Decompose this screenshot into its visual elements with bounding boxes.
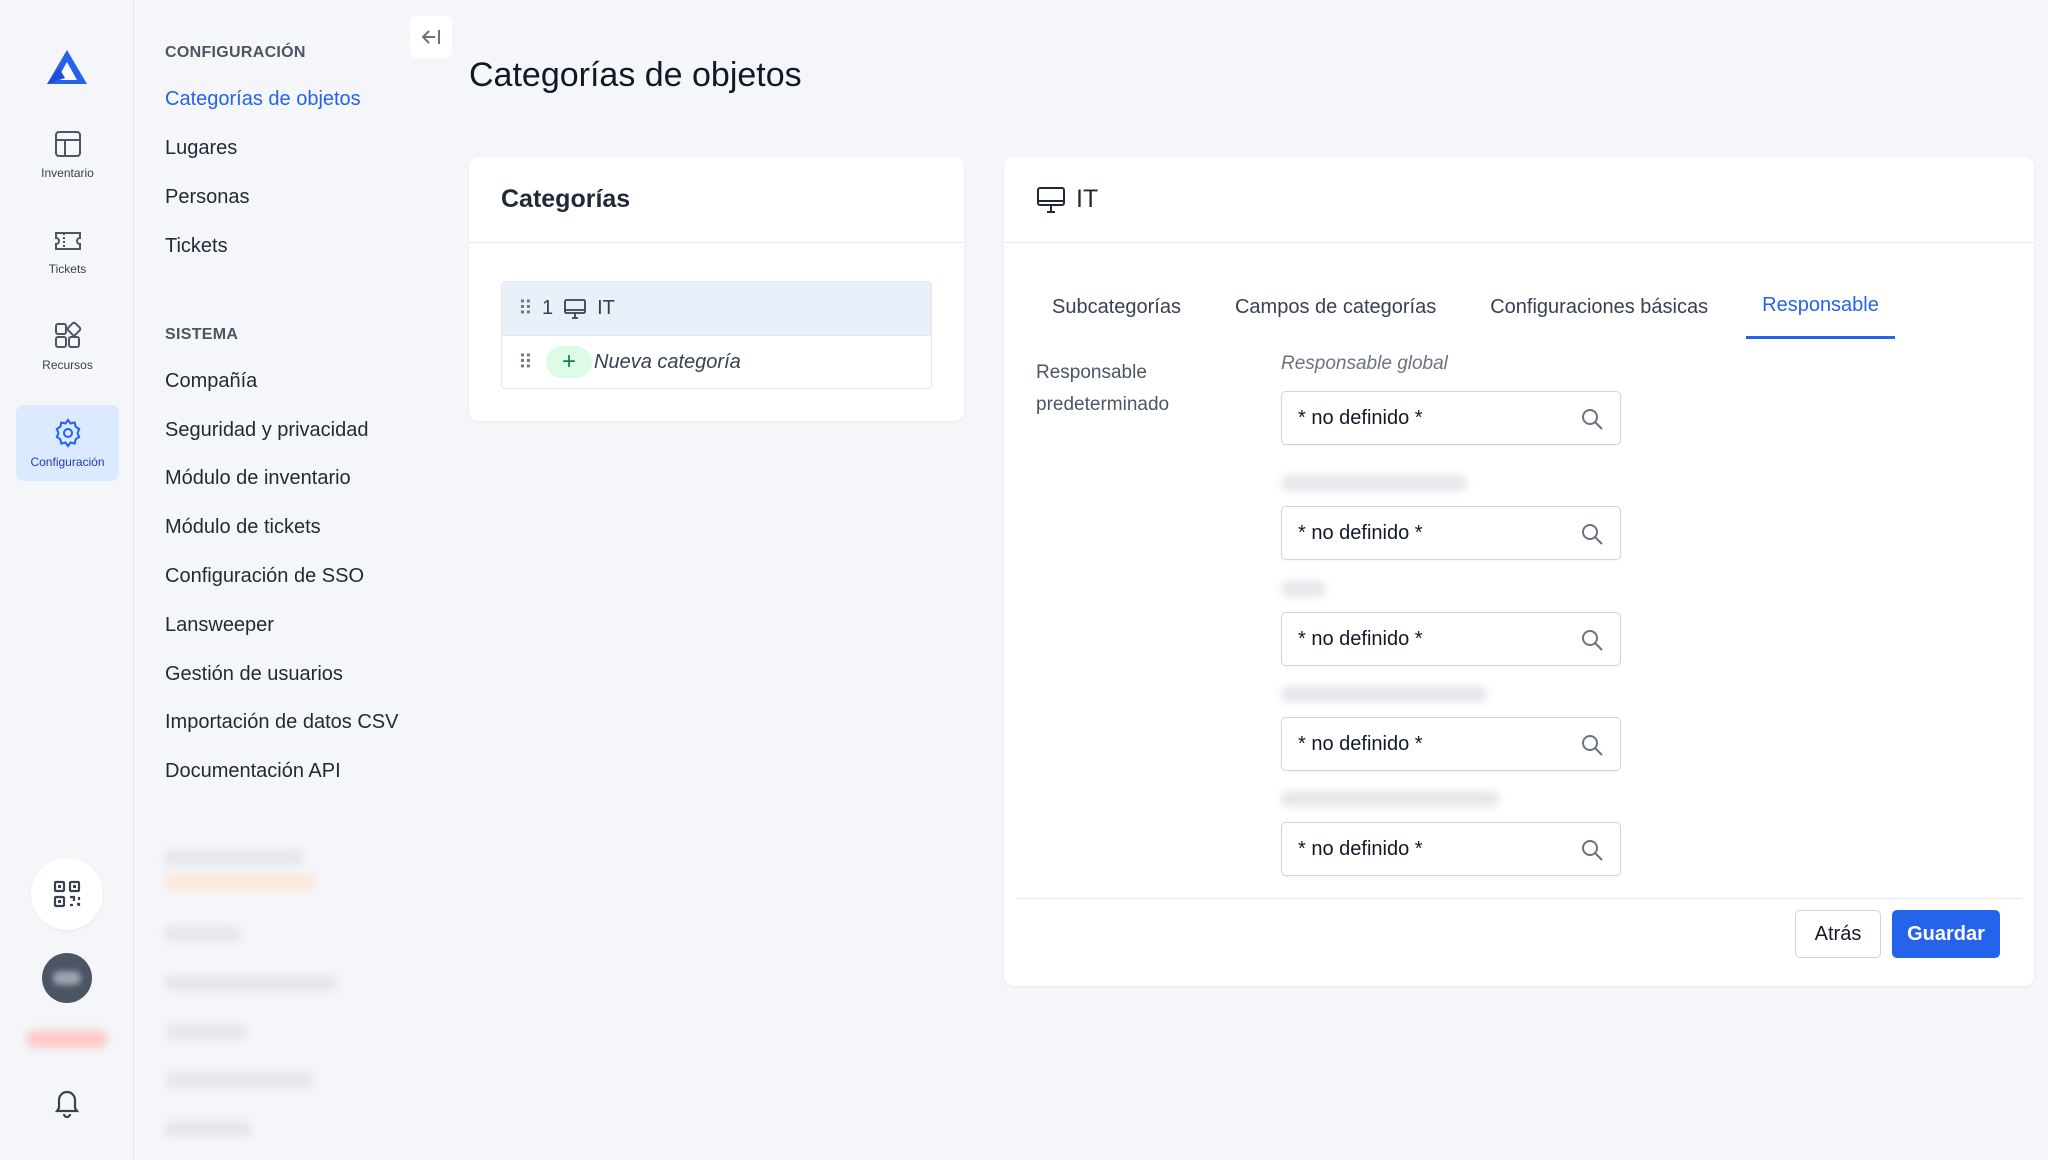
redacted-nav-item bbox=[165, 1024, 247, 1040]
category-number: 1 bbox=[542, 297, 554, 319]
rail-item-label: Configuración bbox=[30, 455, 105, 469]
nav-item-tickets[interactable]: Tickets bbox=[165, 235, 228, 258]
new-category-label: Nueva categoría bbox=[594, 350, 741, 373]
responsible-select-4[interactable]: * no definido * bbox=[1281, 717, 1621, 771]
nav-item-modulo-inventario[interactable]: Módulo de inventario bbox=[165, 467, 351, 490]
table-icon bbox=[54, 131, 81, 157]
settings-sidebar: CONFIGURACIÓN Categorías de objetos Luga… bbox=[134, 0, 454, 1160]
nav-item-documentacion-api[interactable]: Documentación API bbox=[165, 760, 341, 783]
nav-item-lugares[interactable]: Lugares bbox=[165, 137, 237, 160]
save-button[interactable]: Guardar bbox=[1892, 910, 2000, 958]
back-button[interactable]: Atrás bbox=[1795, 910, 1881, 958]
default-responsible-label: Responsable predeterminado bbox=[1036, 362, 1170, 415]
avatar[interactable] bbox=[42, 953, 92, 1003]
rail-item-label: Inventario bbox=[41, 166, 94, 180]
responsible-select-3[interactable]: * no definido * bbox=[1281, 612, 1621, 666]
footer-divider bbox=[1016, 898, 2022, 899]
section-heading-configuracion: CONFIGURACIÓN bbox=[165, 44, 306, 61]
nav-item-categorias[interactable]: Categorías de objetos bbox=[165, 88, 361, 111]
collapse-sidebar-button[interactable] bbox=[410, 16, 452, 58]
categories-card: Categorías ⠿ 1 IT ⠿ + Nueva categoría bbox=[469, 157, 964, 421]
rail-item-inventario[interactable]: Inventario bbox=[16, 116, 119, 192]
redacted-nav-item bbox=[165, 1121, 251, 1137]
drag-handle-icon[interactable]: ⠿ bbox=[518, 296, 540, 321]
redacted-field-label bbox=[1281, 475, 1467, 491]
redacted-field-label bbox=[1281, 581, 1325, 597]
app-logo-icon[interactable] bbox=[45, 48, 89, 88]
rail-item-label: Tickets bbox=[48, 262, 87, 276]
add-category-button[interactable]: + bbox=[546, 346, 592, 378]
global-responsible-label: Responsable global bbox=[1281, 353, 1448, 374]
new-category-row[interactable]: ⠿ + Nueva categoría bbox=[502, 335, 931, 388]
rail-item-configuracion[interactable]: Configuración bbox=[16, 405, 119, 481]
tab-responsable[interactable]: Responsable bbox=[1746, 275, 1895, 339]
responsible-select-2[interactable]: * no definido * bbox=[1281, 506, 1621, 560]
rail-item-label: Recursos bbox=[42, 358, 93, 372]
redacted-nav-item bbox=[165, 975, 337, 991]
redacted-nav-item bbox=[165, 926, 241, 942]
search-icon bbox=[1582, 630, 1603, 651]
qr-code-button[interactable] bbox=[31, 858, 103, 930]
search-icon bbox=[1582, 524, 1603, 545]
gear-icon bbox=[55, 418, 80, 448]
tab-subcategorias[interactable]: Subcategorías bbox=[1036, 275, 1197, 339]
icon-rail: Inventario Tickets Recursos Configuració… bbox=[0, 0, 134, 1160]
categories-card-title: Categorías bbox=[469, 157, 964, 243]
category-name: IT bbox=[597, 297, 615, 319]
search-icon bbox=[1582, 735, 1603, 756]
bell-icon[interactable] bbox=[50, 1085, 84, 1119]
category-row-it[interactable]: ⠿ 1 IT bbox=[502, 282, 931, 335]
nav-item-sso[interactable]: Configuración de SSO bbox=[165, 565, 364, 588]
nav-item-seguridad[interactable]: Seguridad y privacidad bbox=[165, 419, 368, 442]
responsible-value: * no definido * bbox=[1298, 837, 1423, 860]
collapse-left-icon bbox=[421, 30, 440, 44]
nav-item-modulo-tickets[interactable]: Módulo de tickets bbox=[165, 516, 321, 539]
redacted-heading bbox=[165, 850, 303, 866]
tab-campos-categorias[interactable]: Campos de categorías bbox=[1219, 275, 1452, 339]
plus-icon: + bbox=[561, 348, 576, 375]
search-icon bbox=[1582, 409, 1603, 430]
responsible-value: * no definido * bbox=[1298, 627, 1423, 650]
nav-item-gestion-usuarios[interactable]: Gestión de usuarios bbox=[165, 663, 343, 686]
status-badge bbox=[26, 1030, 108, 1048]
nav-item-importacion-csv[interactable]: Importación de datos CSV bbox=[165, 711, 398, 734]
qr-code-icon bbox=[53, 880, 81, 908]
redacted-field-label bbox=[1281, 686, 1487, 702]
redacted-field-label bbox=[1281, 791, 1499, 807]
responsible-value: * no definido * bbox=[1298, 732, 1423, 755]
monitor-icon bbox=[1037, 186, 1065, 213]
search-icon bbox=[1582, 840, 1603, 861]
tab-configuraciones-basicas[interactable]: Configuraciones básicas bbox=[1474, 275, 1724, 339]
responsible-select-5[interactable]: * no definido * bbox=[1281, 822, 1621, 876]
page-title: Categorías de objetos bbox=[469, 56, 802, 94]
responsible-value: * no definido * bbox=[1298, 406, 1423, 429]
category-list: ⠿ 1 IT ⠿ + Nueva categoría bbox=[501, 281, 932, 389]
monitor-icon bbox=[564, 298, 587, 319]
responsible-value: * no definido * bbox=[1298, 521, 1423, 544]
category-detail-card: IT Subcategorías Campos de categorías Co… bbox=[1004, 157, 2034, 986]
rail-item-recursos[interactable]: Recursos bbox=[16, 308, 119, 384]
nav-item-lansweeper[interactable]: Lansweeper bbox=[165, 614, 274, 637]
detail-tabs: Subcategorías Campos de categorías Confi… bbox=[1036, 275, 1917, 339]
section-heading-sistema: SISTEMA bbox=[165, 326, 239, 343]
nav-item-personas[interactable]: Personas bbox=[165, 186, 250, 209]
drag-handle-icon[interactable]: ⠿ bbox=[518, 350, 540, 375]
detail-title: IT bbox=[1076, 185, 1099, 213]
resources-icon bbox=[54, 321, 81, 348]
redacted-nav-item bbox=[165, 1072, 313, 1088]
nav-item-compania[interactable]: Compañía bbox=[165, 370, 257, 393]
ticket-icon bbox=[54, 232, 81, 250]
redacted-badge bbox=[165, 874, 315, 890]
rail-item-tickets[interactable]: Tickets bbox=[16, 212, 119, 288]
detail-header: IT bbox=[1004, 157, 2034, 243]
responsible-select-global[interactable]: * no definido * bbox=[1281, 391, 1621, 445]
